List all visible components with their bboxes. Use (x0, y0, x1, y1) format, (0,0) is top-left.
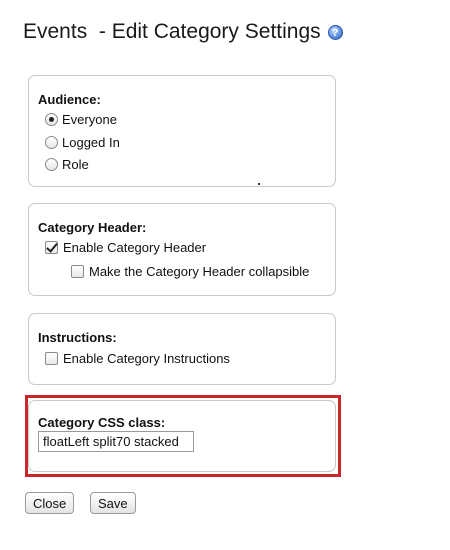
collapsible-header-checkbox[interactable] (71, 265, 84, 278)
category-header-panel: Category Header: Enable Category Header … (28, 203, 336, 296)
radio-everyone[interactable] (45, 113, 58, 126)
audience-option-logged-in[interactable]: Logged In (45, 135, 120, 150)
enable-category-header-checkbox[interactable] (45, 241, 58, 254)
category-header-label: Category Header: (38, 220, 147, 235)
instructions-panel: Instructions: Enable Category Instructio… (28, 313, 336, 385)
audience-option-everyone[interactable]: Everyone (45, 112, 117, 127)
enable-instructions-row[interactable]: Enable Category Instructions (45, 351, 230, 366)
close-button[interactable]: Close (25, 492, 75, 514)
stray-dot (258, 183, 260, 185)
radio-role[interactable] (45, 158, 58, 171)
instructions-label: Instructions: (38, 330, 117, 345)
enable-instructions-label: Enable Category Instructions (63, 351, 230, 366)
save-button[interactable]: Save (90, 492, 136, 514)
help-icon[interactable]: ? (327, 24, 343, 40)
radio-logged-in[interactable] (45, 136, 58, 149)
page-title-text: Events - Edit Category Settings (23, 20, 321, 43)
enable-instructions-checkbox[interactable] (45, 352, 58, 365)
audience-panel: Audience: Everyone Logged In Role (28, 75, 336, 187)
audience-option-role[interactable]: Role (45, 157, 89, 172)
enable-category-header-row[interactable]: Enable Category Header (45, 240, 206, 255)
collapsible-header-row[interactable]: Make the Category Header collapsible (71, 264, 309, 279)
page-title: Events - Edit Category Settings ? (23, 20, 343, 44)
audience-label: Audience: (38, 92, 101, 107)
enable-category-header-label: Enable Category Header (63, 240, 207, 255)
audience-option-role-label: Role (62, 157, 89, 172)
audience-option-logged-in-label: Logged In (62, 135, 120, 150)
collapsible-header-label: Make the Category Header collapsible (89, 264, 310, 279)
audience-option-everyone-label: Everyone (62, 112, 117, 127)
highlight-box (25, 395, 341, 477)
